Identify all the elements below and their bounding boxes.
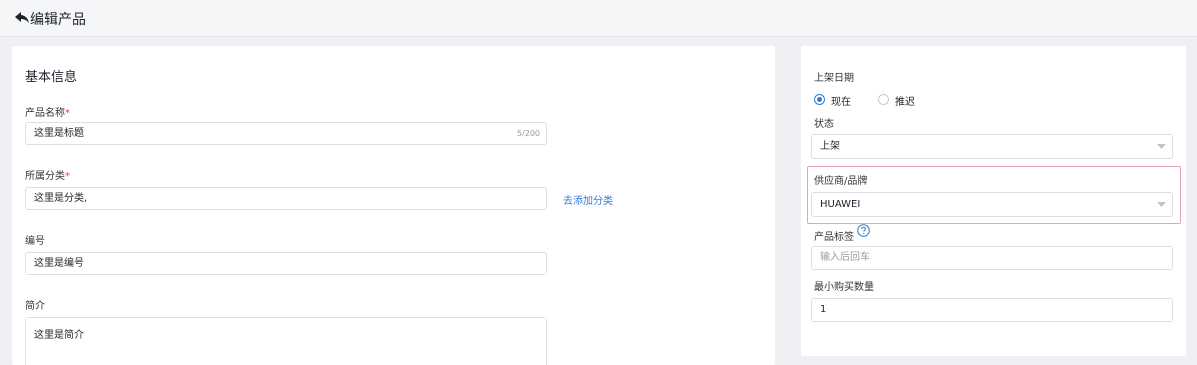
status-value: 上架 — [820, 141, 840, 152]
category-value: 这里是分类, — [34, 193, 88, 204]
category-label: 所属分类* — [25, 171, 70, 182]
char-counter: 5/200 — [516, 129, 540, 138]
section-title: 基本信息 — [25, 70, 78, 85]
radio-now[interactable] — [814, 94, 825, 105]
intro-label: 简介 — [25, 301, 45, 312]
radio-later-label[interactable]: 推迟 — [895, 93, 915, 108]
chevron-down-icon — [1157, 144, 1166, 149]
supplier-select[interactable]: HUAWEI — [811, 192, 1173, 217]
page-title: 编辑产品 — [30, 12, 86, 28]
intro-textarea[interactable]: 这里是简介 — [25, 317, 547, 365]
category-input[interactable]: 这里是分类, — [25, 187, 547, 210]
product-name-input[interactable]: 这里是标题 5/200 — [25, 122, 547, 145]
product-name-label: 产品名称* — [25, 108, 70, 119]
required-mark: * — [65, 171, 70, 182]
code-value: 这里是编号 — [34, 258, 84, 269]
intro-value: 这里是简介 — [34, 330, 84, 341]
min-qty-value: 1 — [820, 304, 827, 315]
min-qty-label: 最小购买数量 — [814, 282, 874, 293]
status-select[interactable]: 上架 — [811, 134, 1173, 159]
basic-info-card: 基本信息 产品名称* 这里是标题 5/200 所属分类* 这里是分类, 去添加分… — [12, 46, 775, 365]
tags-input[interactable]: 输入后回车 — [811, 246, 1173, 270]
shelf-date-label: 上架日期 — [814, 73, 854, 84]
help-question-icon[interactable] — [857, 224, 870, 237]
tags-label: 产品标签 — [814, 232, 854, 243]
add-category-link[interactable]: 去添加分类 — [563, 192, 613, 207]
required-mark: * — [65, 108, 70, 119]
supplier-value: HUAWEI — [820, 199, 861, 210]
radio-later[interactable] — [878, 94, 889, 105]
radio-now-label[interactable]: 现在 — [831, 93, 851, 108]
top-bar: 编辑产品 — [0, 0, 1197, 37]
status-label: 状态 — [814, 119, 834, 130]
chevron-down-icon — [1157, 202, 1166, 207]
min-qty-input[interactable]: 1 — [811, 298, 1173, 322]
side-settings-card: 上架日期 现在 推迟 状态 上架 供应商/品牌 HUAWEI 产品标签 输入后回… — [801, 46, 1186, 356]
code-input[interactable]: 这里是编号 — [25, 252, 547, 275]
supplier-label: 供应商/品牌 — [814, 176, 868, 187]
code-label: 编号 — [25, 236, 45, 247]
product-name-value: 这里是标题 — [34, 128, 84, 139]
back-arrow-icon[interactable] — [15, 12, 29, 24]
